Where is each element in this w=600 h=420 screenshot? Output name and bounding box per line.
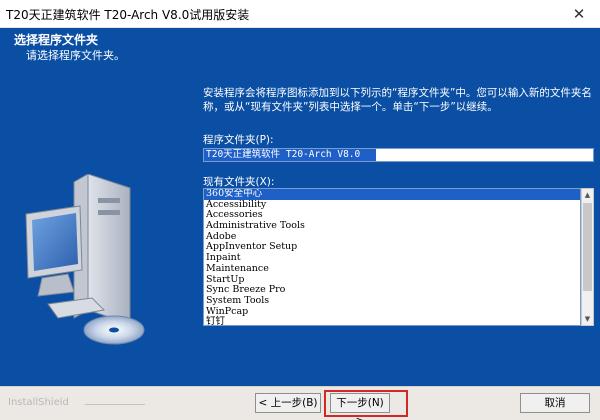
header-subtitle: 请选择程序文件夹。 xyxy=(26,49,125,62)
window-titlebar: T20天正建筑软件 T20-Arch V8.0试用版安装 ✕ xyxy=(0,0,600,28)
installshield-brand: InstallShield xyxy=(8,397,69,408)
list-item[interactable]: WinPcap xyxy=(204,306,580,318)
list-item[interactable]: 钉钉 xyxy=(204,317,580,325)
list-item[interactable]: System Tools xyxy=(204,295,580,307)
list-item[interactable]: Maintenance xyxy=(204,263,580,275)
chevron-up-icon[interactable]: ▲ xyxy=(582,189,593,201)
next-button[interactable]: 下一步(N) > xyxy=(330,393,390,420)
instruction-text: 安装程序会将程序图标添加到以下列示的“程序文件夹”中。您可以输入新的文件夹名称，… xyxy=(203,87,592,113)
program-folder-label: 程序文件夹(P): xyxy=(203,134,274,146)
program-folder-input[interactable] xyxy=(203,148,594,162)
scrollbar-thumb[interactable] xyxy=(583,203,592,291)
wizard-footer: InstallShield < 上一步(B) 下一步(N) > 取消 xyxy=(0,386,600,420)
chevron-down-icon[interactable]: ▼ xyxy=(582,313,593,325)
wizard-content: 安装程序会将程序图标添加到以下列示的“程序文件夹”中。您可以输入新的文件夹名称，… xyxy=(190,64,600,386)
computer-cd-illustration-icon xyxy=(25,174,145,345)
footer-divider xyxy=(85,404,145,405)
window-title: T20天正建筑软件 T20-Arch V8.0试用版安装 xyxy=(6,8,250,22)
existing-folders-label: 现有文件夹(X): xyxy=(203,176,275,188)
close-icon[interactable]: ✕ xyxy=(562,2,596,26)
wizard-header: 选择程序文件夹 请选择程序文件夹。 xyxy=(0,28,600,64)
back-button[interactable]: < 上一步(B) xyxy=(255,393,321,413)
left-illustration-panel xyxy=(0,64,190,386)
list-item[interactable]: Administrative Tools xyxy=(204,220,580,232)
list-scrollbar[interactable]: ▲ ▼ xyxy=(581,188,594,326)
list-item[interactable]: AppInventor Setup xyxy=(204,242,580,253)
header-title: 选择程序文件夹 xyxy=(14,33,99,47)
cancel-button[interactable]: 取消 xyxy=(520,393,590,413)
existing-folders-list[interactable]: 360安全中心 Accessibility Accessories Administr… xyxy=(203,188,581,326)
